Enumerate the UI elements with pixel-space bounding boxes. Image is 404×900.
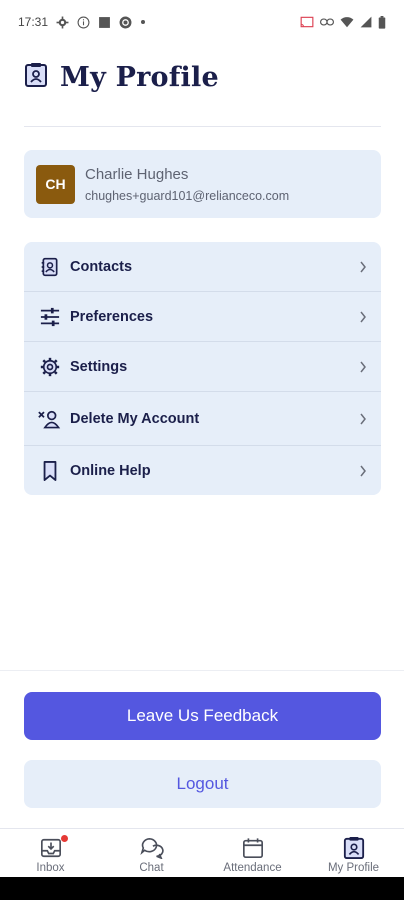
chevron-right-icon bbox=[359, 361, 367, 373]
leave-feedback-button[interactable]: Leave Us Feedback bbox=[24, 692, 381, 740]
delete-user-icon bbox=[38, 407, 62, 431]
nav-item-my-profile[interactable]: My Profile bbox=[303, 829, 404, 877]
bookmark-icon bbox=[38, 459, 62, 483]
menu-item-label: Online Help bbox=[70, 462, 151, 479]
notification-badge bbox=[60, 835, 68, 842]
dot-icon bbox=[140, 19, 146, 25]
logout-button[interactable]: Logout bbox=[24, 760, 381, 808]
signal-icon bbox=[360, 16, 372, 28]
section-divider bbox=[0, 670, 404, 671]
nav-label: My Profile bbox=[327, 862, 380, 874]
chevron-right-icon bbox=[359, 311, 367, 323]
profile-info: Charlie Hughes chughes+guard101@reliance… bbox=[85, 166, 289, 203]
nav-item-attendance[interactable]: Attendance bbox=[202, 829, 303, 877]
battery-icon bbox=[378, 15, 386, 29]
menu-item-online-help[interactable]: Online Help bbox=[24, 446, 381, 495]
menu-item-settings[interactable]: Settings bbox=[24, 342, 381, 391]
header-divider bbox=[24, 126, 381, 127]
inbox-icon bbox=[40, 835, 68, 861]
info-icon bbox=[77, 16, 90, 29]
gear-badge-icon bbox=[119, 16, 132, 29]
status-right bbox=[300, 15, 386, 29]
system-gesture-bar bbox=[0, 877, 404, 900]
nav-item-inbox[interactable]: Inbox bbox=[0, 829, 101, 877]
avatar: CH bbox=[36, 164, 75, 204]
chevron-right-icon bbox=[359, 465, 367, 477]
gear-icon bbox=[38, 355, 62, 379]
page-title: My Profile bbox=[60, 62, 219, 93]
menu-item-label: Delete My Account bbox=[70, 410, 200, 427]
cast-icon bbox=[300, 16, 314, 28]
link-icon bbox=[320, 17, 334, 27]
profile-card[interactable]: CH Charlie Hughes chughes+guard101@relia… bbox=[24, 150, 381, 218]
nav-item-chat[interactable]: Chat bbox=[101, 829, 202, 877]
nav-label: Attendance bbox=[223, 862, 282, 874]
menu-item-label: Contacts bbox=[70, 258, 133, 275]
bottom-nav: Inbox Chat Attendance My Profile bbox=[0, 829, 404, 877]
profile-badge-icon bbox=[343, 835, 365, 861]
profile-menu: Contacts Preferences Settings Delete My … bbox=[24, 242, 381, 495]
status-time: 17:31 bbox=[18, 15, 49, 29]
chat-icon bbox=[139, 835, 164, 861]
status-bar: 17:31 bbox=[0, 0, 404, 44]
settings-icon bbox=[56, 16, 69, 29]
profile-badge-icon bbox=[24, 62, 48, 93]
chevron-right-icon bbox=[359, 413, 367, 425]
menu-item-label: Preferences bbox=[70, 308, 154, 325]
nav-label: Inbox bbox=[36, 862, 65, 874]
page-header: My Profile bbox=[24, 62, 219, 93]
menu-item-contacts[interactable]: Contacts bbox=[24, 242, 381, 291]
nav-label: Chat bbox=[139, 862, 164, 874]
wifi-icon bbox=[340, 16, 354, 28]
calendar-icon bbox=[242, 835, 264, 861]
profile-email: chughes+guard101@relianceco.com bbox=[85, 188, 290, 203]
status-left: 17:31 bbox=[18, 15, 146, 29]
profile-name: Charlie Hughes bbox=[85, 165, 189, 183]
menu-item-label: Settings bbox=[70, 358, 128, 375]
menu-item-delete-account[interactable]: Delete My Account bbox=[24, 392, 381, 445]
menu-item-preferences[interactable]: Preferences bbox=[24, 292, 381, 341]
square-app-icon bbox=[98, 16, 111, 29]
sliders-icon bbox=[38, 305, 62, 329]
contacts-book-icon bbox=[38, 255, 62, 279]
chevron-right-icon bbox=[359, 261, 367, 273]
